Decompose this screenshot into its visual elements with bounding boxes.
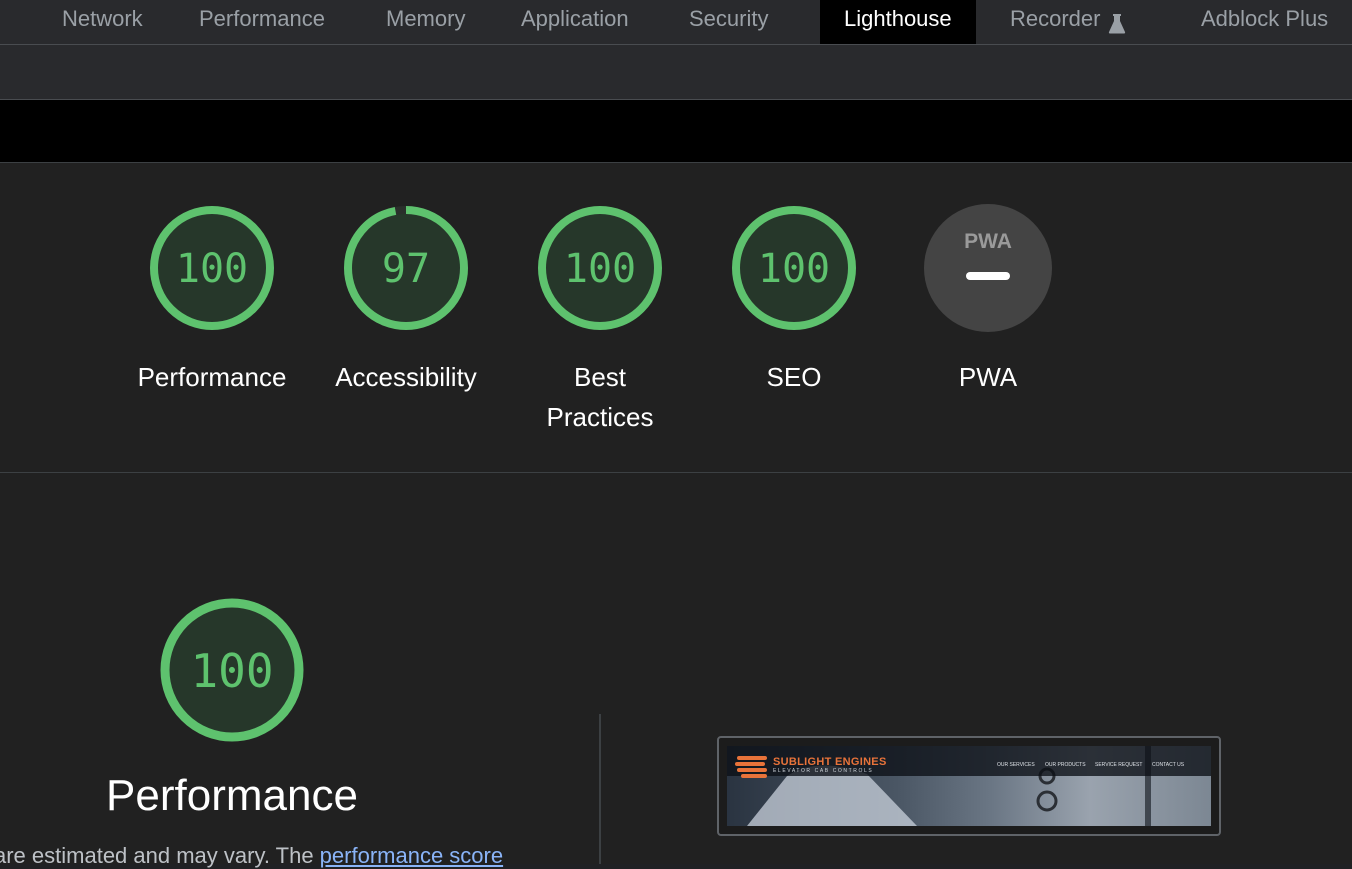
tab-performance[interactable]: Performance	[199, 0, 325, 44]
performance-title: Performance	[106, 771, 358, 820]
gauge-ring: 100	[150, 206, 274, 330]
gauge-label: PWA	[958, 362, 1018, 392]
gauge-seo[interactable]: 100 SEO	[694, 203, 894, 397]
gauge-ring: 97	[344, 206, 468, 330]
pwa-badge-icon: PWA	[924, 204, 1052, 332]
gauge-value: 100	[176, 246, 248, 292]
gauge-pwa[interactable]: PWA PWA	[888, 203, 1088, 397]
devtools-tabbar: Network Performance Memory Application S…	[0, 0, 1352, 45]
lighthouse-toolbar	[0, 45, 1352, 100]
gauge-value: 100	[758, 246, 830, 292]
flask-icon	[1108, 8, 1126, 46]
screenshot-thumbnail: SUBLIGHT ENGINES ELEVATOR CAB CONTROLS O…	[727, 746, 1211, 826]
description-text: are estimated and may vary. The	[0, 843, 320, 868]
gauge-performance[interactable]: 100 Performance	[112, 203, 312, 397]
tab-recorder[interactable]: Recorder	[1010, 0, 1126, 44]
screenshot-nav-link: CONTACT US	[1152, 762, 1185, 768]
gauge-accessibility[interactable]: 97 Accessibility	[306, 203, 506, 397]
gauge-label: Accessibility	[335, 362, 477, 392]
gauge-value: 100	[564, 246, 636, 292]
gauge-label: SEO	[766, 362, 822, 392]
performance-score-value: 100	[190, 644, 273, 698]
gauge-ring: 100	[538, 206, 662, 330]
screenshot-tagline: ELEVATOR CAB CONTROLS	[773, 768, 874, 774]
gauge-label: Performance	[137, 362, 287, 392]
gauge-value: 97	[382, 246, 430, 292]
screenshot-nav-link: OUR SERVICES	[997, 762, 1035, 768]
tab-application[interactable]: Application	[521, 0, 629, 44]
screenshot-nav-link: SERVICE REQUEST	[1095, 762, 1143, 768]
pwa-dash	[966, 272, 1010, 280]
report-topbar	[0, 100, 1352, 163]
screenshot-brand: SUBLIGHT ENGINES	[773, 756, 887, 768]
performance-gauge: 100	[160, 598, 304, 742]
tab-network[interactable]: Network	[62, 0, 143, 44]
logo-icon	[735, 756, 767, 778]
gauge-ring: 100	[732, 206, 856, 330]
gauge-label: Best Practices	[546, 362, 654, 432]
performance-description: are estimated and may vary. The performa…	[0, 843, 503, 869]
performance-section: 100 Performance are estimated and may va…	[0, 473, 1352, 868]
scores-header: 100 Performance 97 Accessibility 100 Bes…	[0, 163, 1352, 473]
tab-memory[interactable]: Memory	[386, 0, 465, 44]
pwa-badge-text: PWA	[964, 230, 1012, 253]
tab-recorder-label: Recorder	[1010, 6, 1101, 31]
tab-adblock-plus[interactable]: Adblock Plus	[1201, 0, 1328, 44]
section-divider	[599, 714, 601, 864]
performance-score-link[interactable]: performance score	[320, 843, 503, 868]
final-screenshot[interactable]: SUBLIGHT ENGINES ELEVATOR CAB CONTROLS O…	[717, 736, 1221, 836]
screenshot-nav-link: OUR PRODUCTS	[1045, 762, 1086, 768]
tab-lighthouse[interactable]: Lighthouse	[820, 0, 976, 44]
gauge-best-practices[interactable]: 100 Best Practices	[500, 203, 700, 437]
tab-security[interactable]: Security	[689, 0, 768, 44]
